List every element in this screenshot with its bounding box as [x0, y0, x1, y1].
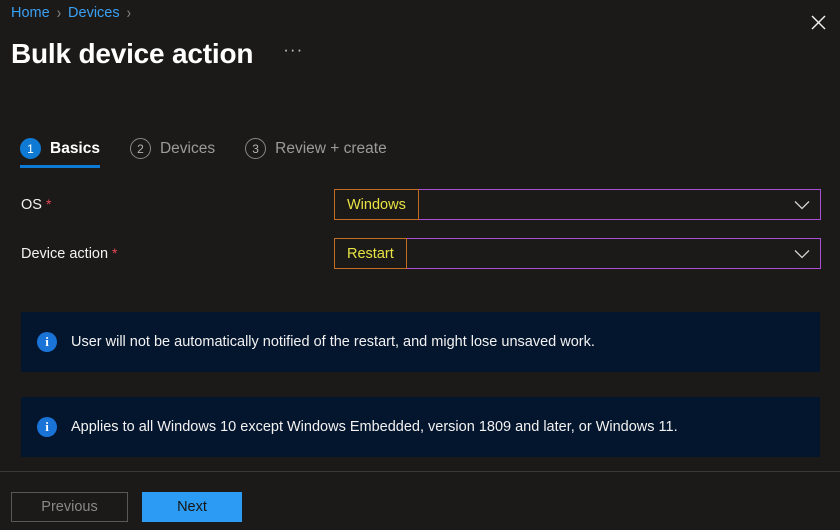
device-action-select-value: Restart: [334, 238, 407, 269]
step-number-badge: 2: [129, 138, 151, 159]
wizard-steps: 1 Basics 2 Devices 3 Review + create: [20, 138, 417, 168]
step-number-badge: 1: [20, 138, 41, 159]
page-header: Bulk device action ···: [11, 33, 840, 75]
page-title: Bulk device action: [11, 38, 254, 69]
device-action-label: Device action *: [0, 238, 334, 270]
chevron-down-icon[interactable]: [794, 190, 810, 219]
os-label-text: OS: [21, 197, 42, 213]
step-label: Basics: [50, 139, 100, 157]
os-label: OS *: [0, 189, 334, 221]
wizard-step-review-create[interactable]: 3 Review + create: [245, 138, 387, 168]
footer-divider: [0, 471, 840, 472]
breadcrumb-separator-icon: ›: [56, 3, 62, 22]
more-options-icon[interactable]: ···: [277, 41, 309, 59]
required-marker: *: [45, 196, 52, 212]
info-banner: i User will not be automatically notifie…: [21, 312, 820, 372]
step-number-badge: 3: [245, 138, 267, 159]
breadcrumb-item-home[interactable]: Home: [11, 3, 50, 23]
step-label: Devices: [159, 139, 216, 157]
breadcrumb: Home › Devices ›: [11, 3, 138, 23]
info-banner-text: User will not be automatically notified …: [71, 334, 595, 350]
wizard-step-basics[interactable]: 1 Basics: [20, 138, 100, 168]
os-select-value: Windows: [334, 189, 419, 220]
os-select[interactable]: Windows: [334, 189, 821, 220]
device-action-label-text: Device action: [21, 246, 109, 262]
device-action-select[interactable]: Restart: [334, 238, 821, 269]
close-icon[interactable]: [802, 6, 834, 38]
required-marker: *: [112, 245, 118, 261]
breadcrumb-item-devices[interactable]: Devices: [68, 3, 120, 23]
info-icon: i: [37, 417, 57, 437]
wizard-step-devices[interactable]: 2 Devices: [129, 138, 216, 168]
chevron-down-icon[interactable]: [794, 239, 810, 268]
form-row-device-action: Device action * Restart: [0, 238, 840, 287]
info-banner-text: Applies to all Windows 10 except Windows…: [71, 419, 678, 435]
previous-button[interactable]: Previous: [11, 492, 128, 522]
info-icon: i: [37, 332, 57, 352]
wizard-footer: Previous Next: [11, 492, 242, 522]
info-banner: i Applies to all Windows 10 except Windo…: [21, 397, 820, 457]
breadcrumb-separator-icon: ›: [126, 3, 131, 22]
basics-form: OS * Windows Device action * Restart: [0, 189, 840, 287]
step-label: Review + create: [275, 139, 387, 157]
next-button[interactable]: Next: [142, 492, 242, 522]
form-row-os: OS * Windows: [0, 189, 840, 238]
